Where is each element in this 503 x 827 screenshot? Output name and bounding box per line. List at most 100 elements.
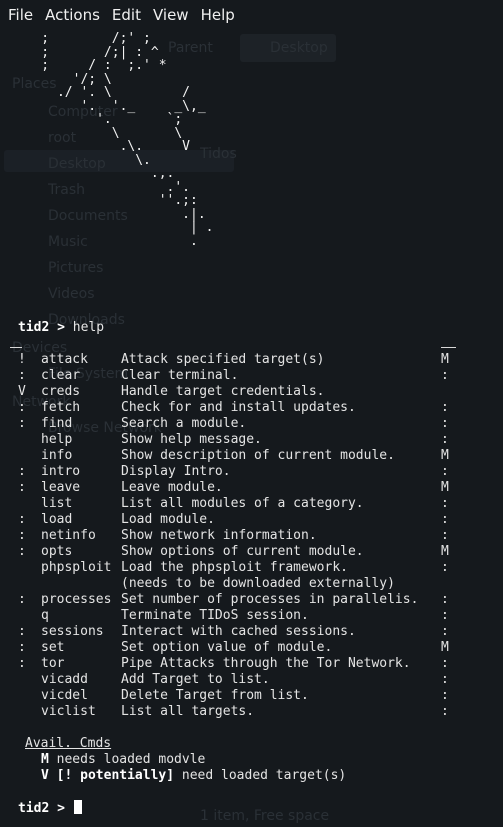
ghost-status: 1 item, Free space [200, 808, 330, 824]
command-module-flag: : [441, 496, 449, 511]
command-name: set [41, 640, 65, 655]
menu-file[interactable]: File [8, 6, 33, 24]
header-rule-right [441, 347, 456, 348]
command-description: Clear terminal. [121, 368, 239, 383]
command-description: Handle target credentials. [121, 384, 325, 399]
command-description: Set number of processes in parallelis. [121, 592, 419, 607]
command-name: phpsploit [41, 560, 112, 575]
command-module-flag: : [441, 672, 449, 687]
command-name: fetch [41, 400, 81, 415]
command-description: Display Intro. [121, 464, 231, 479]
menu-edit[interactable]: Edit [112, 6, 141, 24]
command-row: : leave Leave module. M [0, 480, 503, 496]
command-flag: : [18, 544, 26, 559]
command-row: Vcreds Handle target credentials. [0, 384, 503, 400]
command-name: help [41, 432, 73, 447]
command-name: attack [41, 352, 88, 367]
prompt-line-active[interactable]: tid2 > [18, 800, 82, 816]
ghost-sidebar-pictures: Pictures [48, 260, 104, 276]
command-flag: : [18, 416, 26, 431]
command-flag: : [18, 640, 26, 655]
command-row: : intro Display Intro.: [0, 464, 503, 480]
command-row: : fetch Check for and install updates.: [0, 400, 503, 416]
command-name: leave [41, 480, 81, 495]
command-name: info [41, 448, 73, 463]
command-row: : find Search a module.: [0, 416, 503, 432]
command-row: viclist List all targets.: [0, 704, 503, 720]
help-command-table: ! attack Attack specified target(s) M: clear… [0, 352, 503, 720]
command-row: ! attack Attack specified target(s) M [0, 352, 503, 368]
command-row: q Terminate TIDoS session.: [0, 608, 503, 624]
command-description: Show options of current module. [121, 544, 364, 559]
command-name: creds [41, 384, 81, 399]
command-name: vicadd [41, 672, 88, 687]
command-description: List all modules of a category. [121, 496, 364, 511]
command-module-flag: : [441, 688, 449, 703]
command-description: Load module. [121, 512, 215, 527]
command-row: : processes Set number of processes in par… [0, 592, 503, 608]
legend-m-text: needs loaded modvle [48, 752, 206, 767]
terminal-cursor[interactable] [73, 800, 82, 814]
command-flag: V [18, 384, 26, 399]
command-module-flag: M [441, 448, 449, 463]
command-module-flag: M [441, 544, 449, 559]
menu-help[interactable]: Help [201, 6, 235, 24]
command-row: list List all modules of a category.: [0, 496, 503, 512]
command-row: : opts Show options of current module. M [0, 544, 503, 560]
command-module-flag: M [441, 352, 449, 367]
prompt-symbol: tid2 > [18, 320, 65, 335]
command-flag: : [18, 464, 26, 479]
command-description: Set option value of module. [121, 640, 333, 655]
command-module-flag: : [441, 464, 449, 479]
command-name: opts [41, 544, 73, 559]
legend-v-key: V [! potentially] [41, 768, 175, 783]
command-name: tor [41, 656, 65, 671]
entered-command: help [64, 320, 105, 335]
command-name: processes [41, 592, 112, 607]
command-flag: : [18, 512, 26, 527]
command-module-flag: : [441, 528, 449, 543]
command-row: help Show help message.: [0, 432, 503, 448]
command-description: Terminate TIDoS session. [121, 608, 309, 623]
command-row: : netinfo Show network information.: [0, 528, 503, 544]
command-flag: : [18, 368, 26, 383]
command-module-flag: : [441, 624, 449, 639]
legend-v-text: need loaded target(s) [174, 768, 347, 783]
command-description: Check for and install updates. [121, 400, 356, 415]
command-description: Show network information. [121, 528, 317, 543]
ghost-sidebar-videos: Videos [48, 286, 95, 302]
command-module-flag: : [441, 704, 449, 719]
command-description: List all targets. [121, 704, 255, 719]
command-row: vicdel Delete Target from list.: [0, 688, 503, 704]
command-module-flag: M [441, 480, 449, 495]
command-name: load [41, 512, 73, 527]
command-row: info Show description of current module. M [0, 448, 503, 464]
command-row: : load Load module.: [0, 512, 503, 528]
command-row: vicadd Add Target to list.: [0, 672, 503, 688]
command-description: Pipe Attacks through the Tor Network. [121, 656, 411, 671]
command-name: find [41, 416, 73, 431]
command-row: : tor Pipe Attacks through the Tor Network… [0, 656, 503, 672]
command-description: Attack specified target(s) [121, 352, 325, 367]
command-name: sessions [41, 624, 104, 639]
command-module-flag: : [441, 656, 449, 671]
prompt-symbol-active: tid2 > [18, 801, 65, 816]
command-row: : set Set option value of module. M [0, 640, 503, 656]
menu-bar: File Actions Edit View Help [0, 0, 503, 30]
command-description: Add Target to list. [121, 672, 270, 687]
menu-view[interactable]: View [153, 6, 189, 24]
command-flag: : [18, 528, 26, 543]
command-name: intro [41, 464, 81, 479]
command-description: Show help message. [121, 432, 262, 447]
legend-title: Avail. Cmds [25, 736, 112, 751]
command-flag: : [18, 400, 26, 415]
command-row: (needs to be downloaded externally) [0, 576, 503, 592]
command-row: : sessions Interact with cached sessions.: [0, 624, 503, 640]
command-module-flag: : [441, 512, 449, 527]
command-module-flag: : [441, 608, 449, 623]
ghost-desktop-label: Desktop [270, 40, 328, 56]
menu-actions[interactable]: Actions [45, 6, 100, 24]
command-description: Load the phpsploit framework. [121, 560, 348, 575]
command-flag: : [18, 624, 26, 639]
command-module-flag: : [441, 560, 449, 575]
